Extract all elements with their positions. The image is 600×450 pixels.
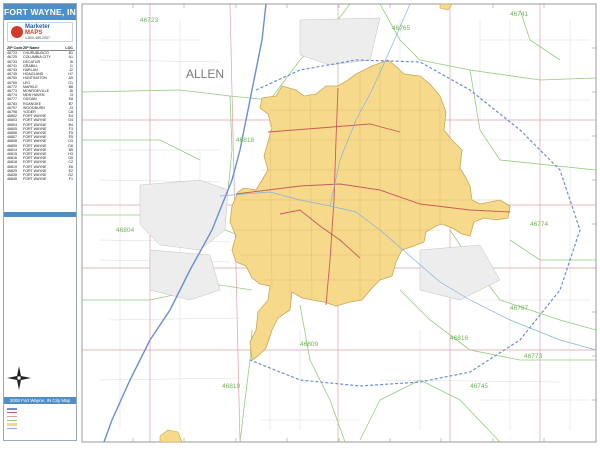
map-legend [7, 406, 75, 438]
legend-item-zip-boundary [7, 419, 75, 422]
zip-label: 46804 [116, 227, 134, 234]
header-loc: LOC [65, 46, 73, 50]
zip-label: 46774 [530, 221, 548, 228]
legend-item-city [7, 423, 75, 426]
header-zip-code: ZIP Code [7, 46, 23, 50]
city-map[interactable]: ALLEN 46723 46741 46765 46818 46804 4677… [0, 0, 600, 450]
map-frame: ALLEN 46723 46741 46765 46818 46804 4677… [0, 0, 600, 450]
publisher-logo: Marketer MAPS 1-800-485-2007 [7, 22, 73, 42]
legend-item-highway [7, 411, 75, 414]
globe-icon [11, 26, 23, 38]
zip-label: 46816 [450, 335, 468, 342]
compass-rose-icon [7, 366, 31, 390]
legend-item-interstate [7, 407, 75, 410]
zip-label: 46745 [470, 383, 488, 390]
map-title: FORT WAYNE, IN [4, 4, 76, 20]
zip-label: 46765 [392, 25, 410, 32]
zip-label: 46819 [222, 383, 240, 390]
legend-title: 2008 Fort Wayne, IN City Map [4, 397, 76, 404]
zip-code-table: ZIP Code ZIP Name LOC 46723 CHURUBUSCO B1 4… [7, 46, 75, 182]
county-label: ALLEN [186, 67, 224, 81]
legend-item-road [7, 415, 75, 418]
table-footer-bar [4, 212, 76, 217]
legend-item-water [7, 427, 75, 430]
logo-line3: 1-800-485-2007 [25, 36, 50, 40]
zip-label: 46818 [236, 137, 254, 144]
header-zip-name: ZIP Name [23, 46, 40, 50]
zip-label: 46773 [524, 353, 542, 360]
zip-table-row: 46845 FORT WAYNE F1 [7, 177, 75, 181]
zip-code-cell: 46845 [7, 177, 17, 182]
zip-label: 46809 [300, 341, 318, 348]
zip-name-cell: FORT WAYNE [23, 177, 47, 182]
zip-label: 46797 [510, 305, 528, 312]
loc-cell: F1 [68, 177, 73, 182]
zip-label: 46741 [510, 11, 528, 18]
zip-label: 46723 [140, 17, 158, 24]
